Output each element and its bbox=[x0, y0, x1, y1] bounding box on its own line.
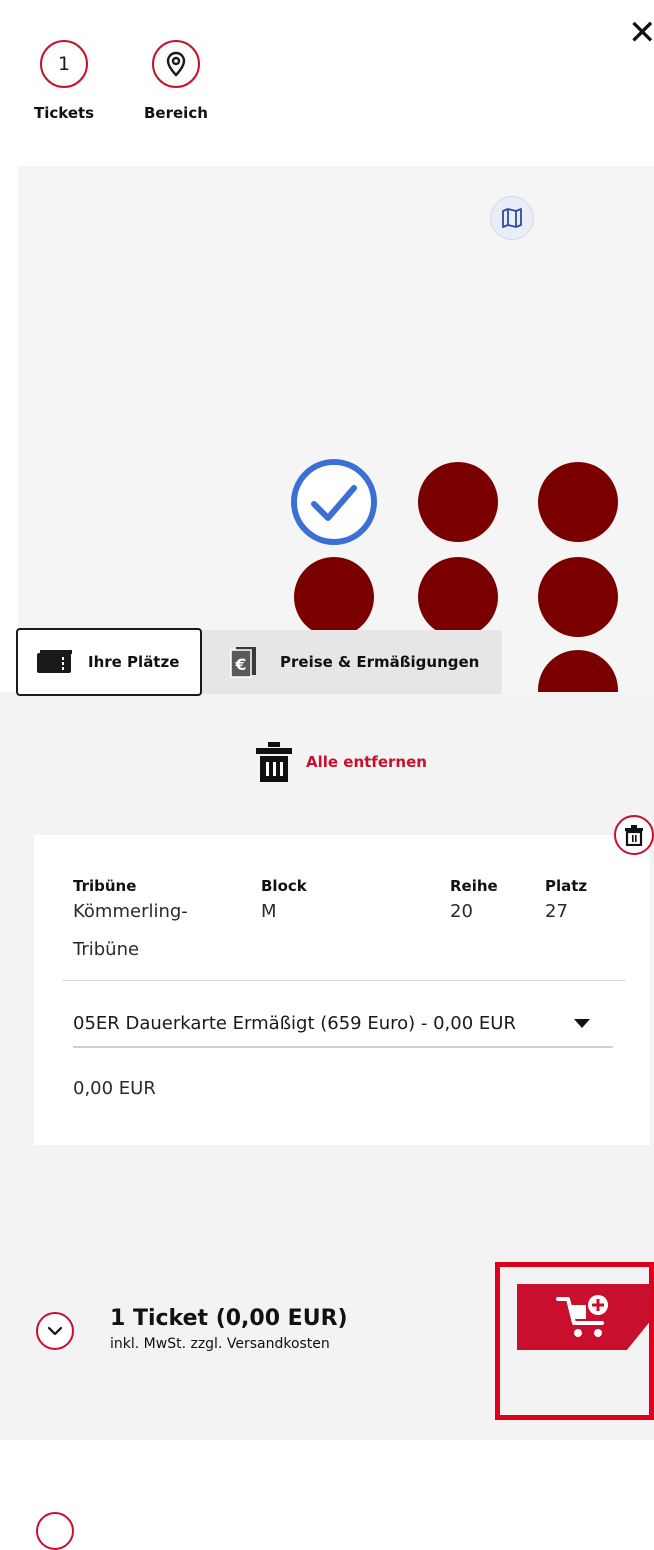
price-category-select[interactable]: 05ER Dauerkarte Ermäßigt (659 Euro) - 0,… bbox=[73, 1000, 613, 1048]
seat-taken bbox=[418, 462, 498, 542]
step-tickets-number: 1 bbox=[57, 53, 71, 75]
seat-taken bbox=[294, 557, 374, 637]
tab-your-seats[interactable]: Ihre Plätze bbox=[16, 628, 202, 696]
step-tickets-label: Tickets bbox=[34, 104, 95, 122]
map-toggle-button[interactable] bbox=[490, 196, 534, 240]
tab-your-seats-label: Ihre Plätze bbox=[88, 653, 180, 671]
remove-ticket-button[interactable] bbox=[614, 815, 654, 855]
chevron-down-icon bbox=[574, 1019, 590, 1028]
header-seat: Platz bbox=[545, 877, 588, 895]
summary-subtitle: inkl. MwSt. zzgl. Versandkosten bbox=[110, 1336, 330, 1352]
value-stand-line2: Tribüne bbox=[73, 939, 140, 960]
ticket-icon bbox=[37, 650, 72, 673]
location-pin-icon bbox=[166, 51, 186, 77]
remove-all-button[interactable]: Alle entfernen bbox=[254, 740, 427, 784]
add-to-cart-button[interactable] bbox=[517, 1284, 651, 1350]
seat-taken bbox=[418, 557, 498, 637]
value-stand-line1: Kömmerling- bbox=[73, 901, 188, 922]
close-icon[interactable]: ✕ bbox=[628, 16, 654, 50]
value-row: 20 bbox=[450, 901, 473, 922]
header-row: Reihe bbox=[450, 877, 498, 895]
remove-all-label: Alle entfernen bbox=[306, 753, 427, 771]
step-area-label: Bereich bbox=[144, 104, 208, 122]
step-tickets-circle[interactable]: 1 bbox=[40, 40, 88, 88]
step-area-circle[interactable] bbox=[152, 40, 200, 88]
expand-summary-button[interactable] bbox=[36, 1512, 74, 1550]
price-category-value: 05ER Dauerkarte Ermäßigt (659 Euro) - 0,… bbox=[73, 1012, 516, 1034]
trash-icon bbox=[625, 825, 643, 846]
card-divider bbox=[62, 980, 626, 981]
ticket-price: 0,00 EUR bbox=[73, 1078, 156, 1099]
svg-text:€: € bbox=[234, 655, 246, 674]
euro-icon: € bbox=[230, 647, 256, 678]
expand-summary-button[interactable] bbox=[36, 1312, 74, 1350]
value-seat: 27 bbox=[545, 901, 568, 922]
seat-selected[interactable] bbox=[290, 458, 378, 546]
seat-taken bbox=[538, 462, 618, 542]
tab-prices[interactable]: € Preise & Ermäßigungen bbox=[202, 630, 502, 694]
add-to-cart-icon bbox=[556, 1295, 608, 1337]
header-stand: Tribüne bbox=[73, 877, 137, 895]
summary-title: 1 Ticket (0,00 EUR) bbox=[110, 1306, 348, 1331]
seat-taken bbox=[538, 557, 618, 637]
value-block: M bbox=[261, 901, 277, 922]
map-icon bbox=[502, 208, 522, 228]
chevron-down-icon bbox=[47, 1326, 63, 1336]
trash-icon bbox=[256, 742, 292, 782]
header-block: Block bbox=[261, 877, 307, 895]
tab-prices-label: Preise & Ermäßigungen bbox=[280, 653, 480, 671]
